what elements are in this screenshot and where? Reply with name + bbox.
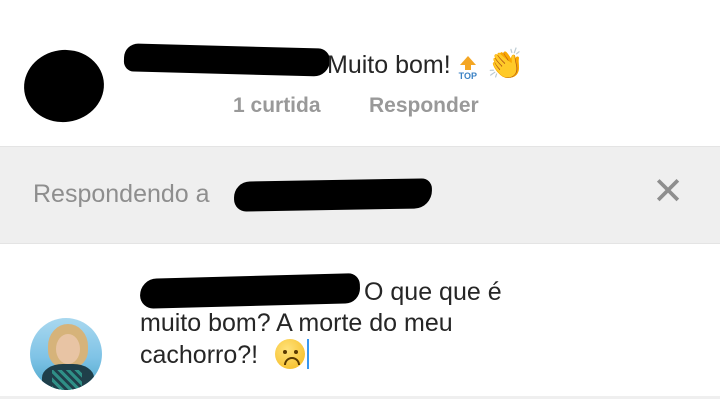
sad-face-icon <box>275 339 306 369</box>
comment-body: Muito bom! TOP 👏 <box>327 45 524 85</box>
user-avatar <box>30 318 102 390</box>
reply-button[interactable]: Responder <box>369 94 479 118</box>
replying-to-username-redacted <box>233 178 433 212</box>
comment-input-line-2: muito bom? A morte do meu <box>140 309 453 337</box>
comment-input-line-3: cachorro?! <box>140 341 259 369</box>
replying-to-label: Respondendo a <box>33 180 210 208</box>
clapping-hands-icon: 👏 <box>487 48 525 81</box>
close-icon[interactable]: ✕ <box>648 172 688 212</box>
top-arrow-icon: TOP <box>459 55 477 81</box>
like-count[interactable]: 1 curtida <box>233 94 321 118</box>
commenter-username-redacted[interactable] <box>123 43 331 77</box>
comment-text: Muito bom! <box>327 50 451 79</box>
mention-username-redacted <box>139 273 361 309</box>
commenter-avatar-redacted[interactable] <box>19 44 109 128</box>
text-cursor <box>307 339 310 369</box>
comment-input-line-1: O que que é <box>364 278 502 306</box>
